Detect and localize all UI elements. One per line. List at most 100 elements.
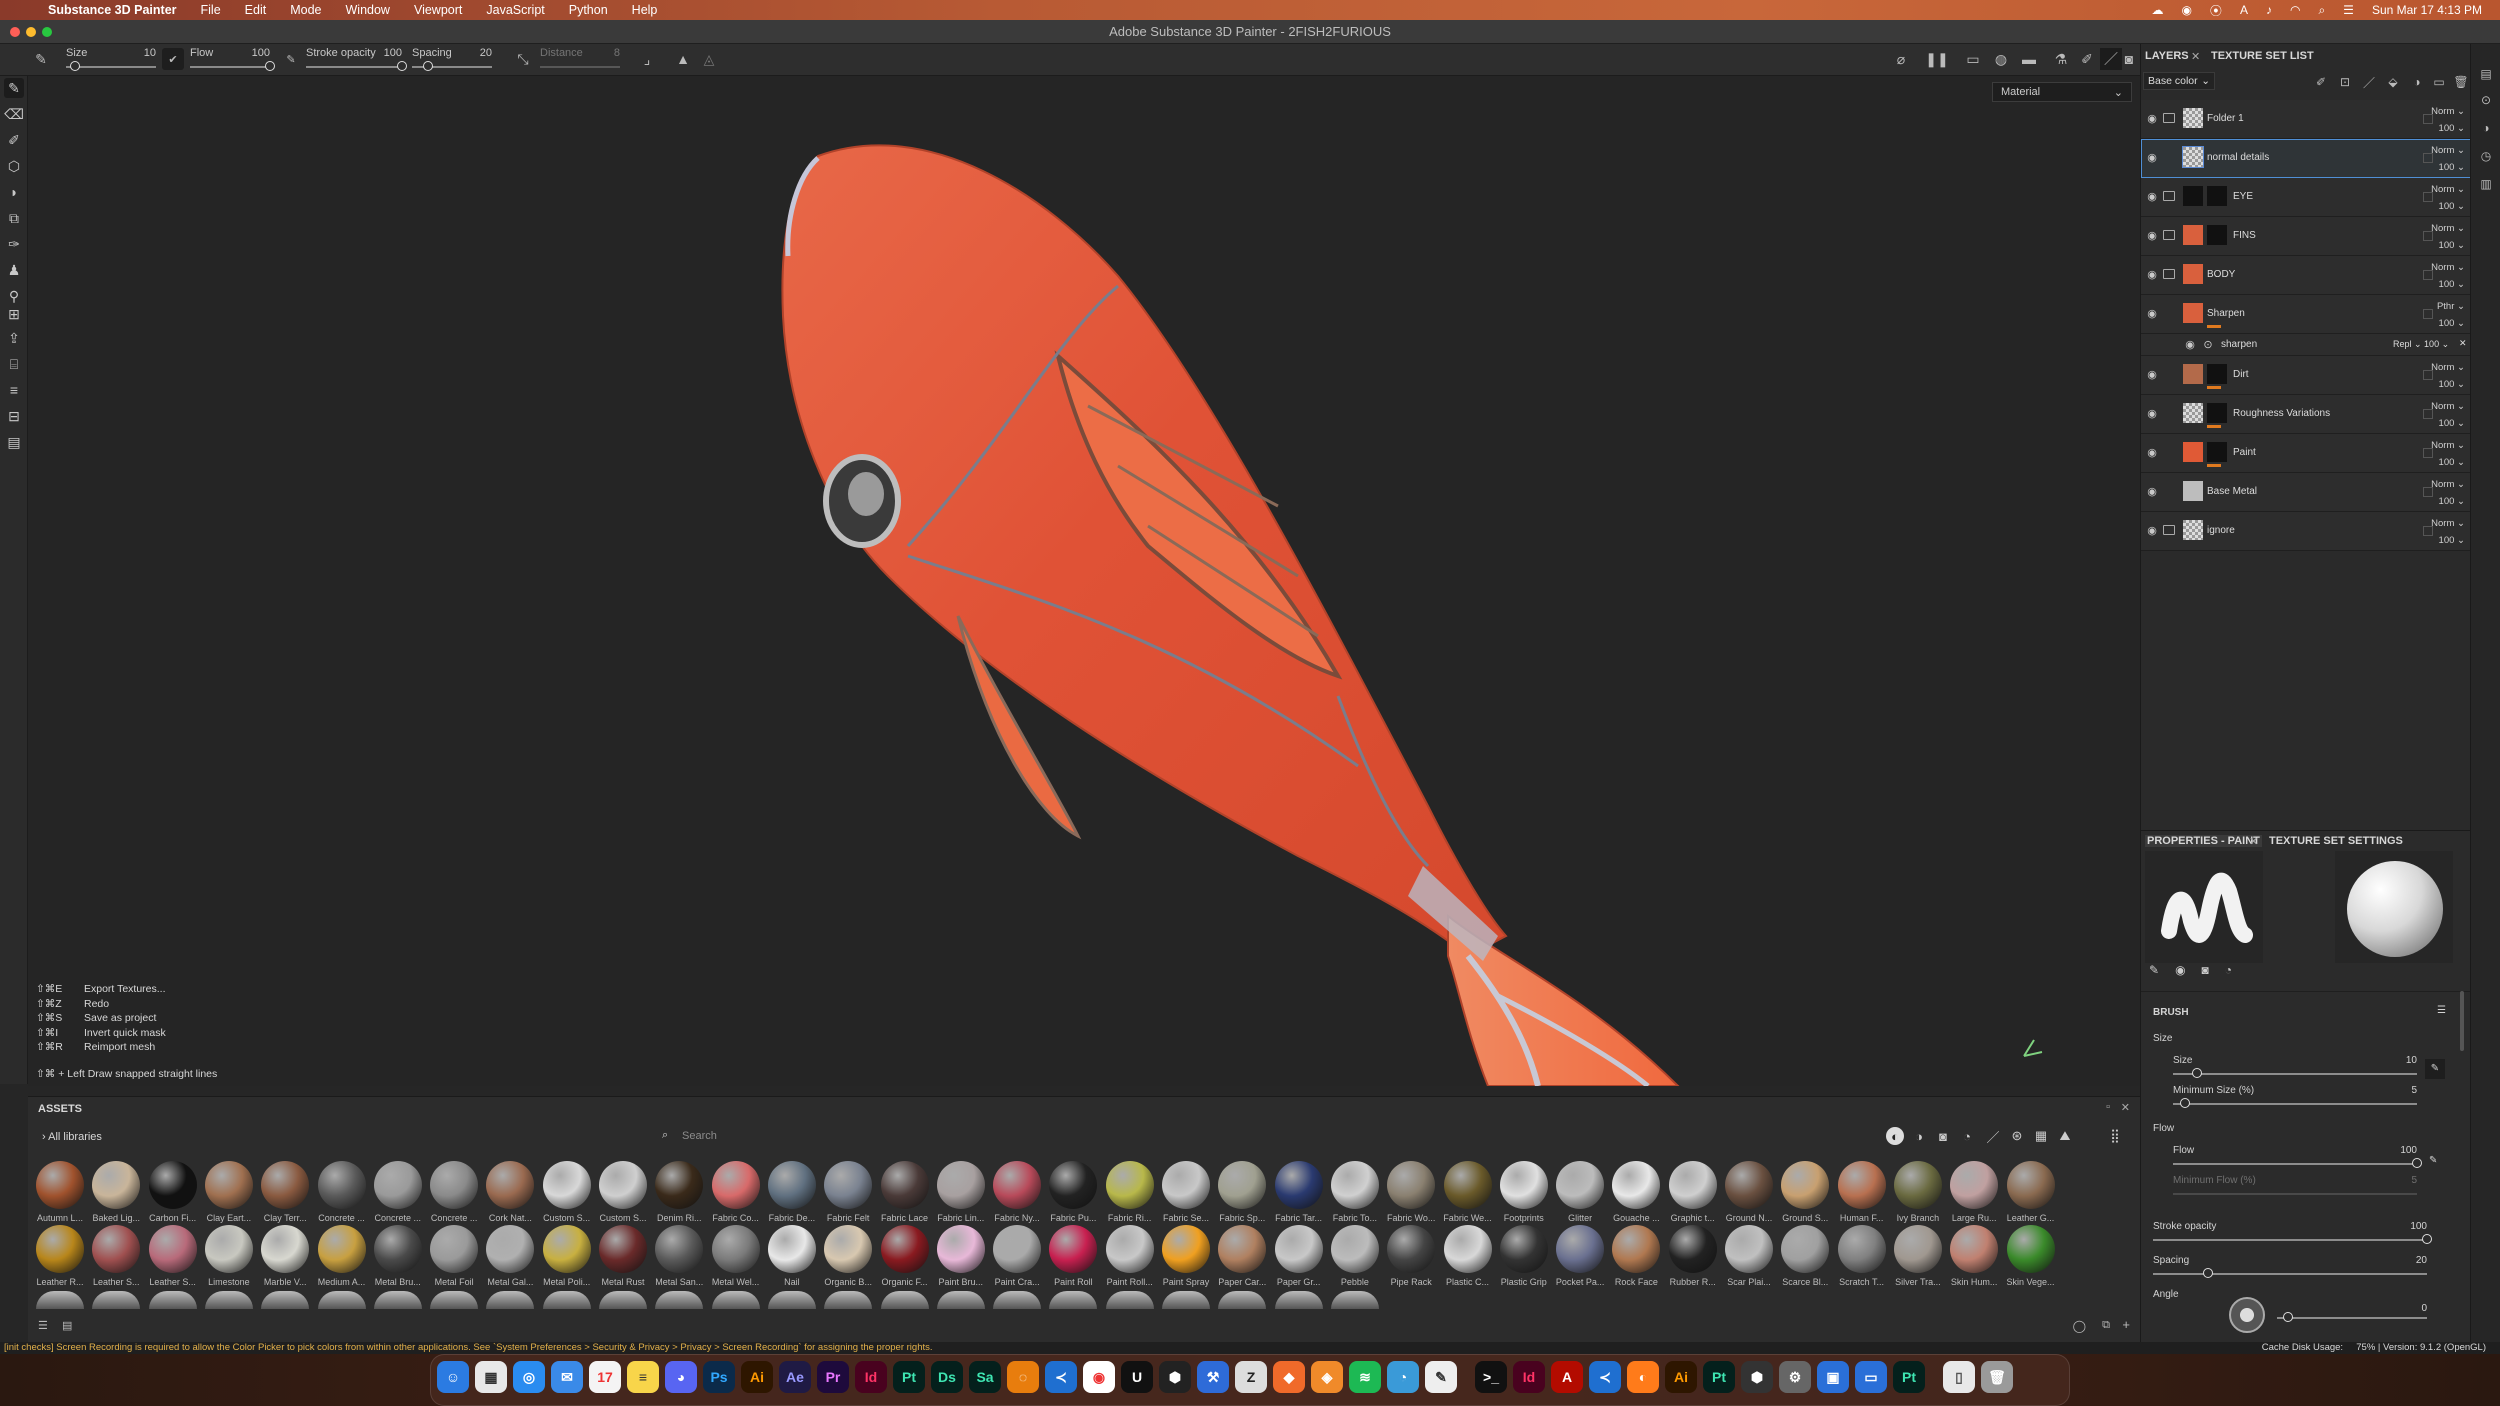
asset-thumbnail[interactable] <box>148 1161 197 1209</box>
asset-thumbnail[interactable] <box>1837 1225 1886 1273</box>
new-window-icon[interactable]: ⧉ <box>2102 1319 2110 1332</box>
bake-icon[interactable]: ⊞ <box>4 304 24 324</box>
asset-thumbnail[interactable] <box>542 1225 591 1273</box>
wifi-icon[interactable]: ◠ <box>2290 3 2300 17</box>
layer-name[interactable]: Paint <box>2233 447 2256 458</box>
asset-thumbnail[interactable] <box>1274 1161 1323 1209</box>
asset-thumbnail[interactable] <box>430 1161 479 1209</box>
remove-effect-icon[interactable]: ✕ <box>2459 338 2467 349</box>
layer-blend[interactable]: Norm ⌄ 100 ⌄ <box>2431 437 2465 471</box>
asset-thumbnail[interactable] <box>1443 1225 1492 1273</box>
asset-thumbnail[interactable] <box>373 1225 422 1273</box>
asset-thumbnail[interactable] <box>767 1291 816 1309</box>
visibility-eye-icon[interactable]: ◉ <box>2145 524 2159 537</box>
prop-flow-track[interactable] <box>2173 1163 2417 1165</box>
layer-name[interactable]: Roughness Variations <box>2233 408 2330 419</box>
zoom-window-button[interactable] <box>42 27 52 37</box>
filter-alphas-icon[interactable]: ⊛ <box>2008 1127 2026 1145</box>
blend-mode[interactable]: Norm <box>2431 223 2454 234</box>
log-icon[interactable]: ▤ <box>4 432 24 452</box>
material-preview[interactable] <box>2335 851 2453 963</box>
asset-thumbnail[interactable] <box>92 1291 141 1309</box>
asset-thumbnail[interactable] <box>486 1291 535 1309</box>
screenshot-icon[interactable]: ◙ <box>2118 48 2140 70</box>
vscode-icon[interactable]: ≺ <box>1045 1361 1077 1393</box>
spacing-knob[interactable] <box>423 61 433 71</box>
prop-spacing-knob[interactable] <box>2202 1268 2213 1278</box>
layers-panel-icon[interactable]: ▤ <box>2478 66 2494 82</box>
asset-thumbnail[interactable] <box>824 1225 873 1273</box>
blend-mode[interactable]: Norm <box>2431 479 2454 490</box>
prop-flow-value[interactable]: 100 <box>2387 1145 2417 1156</box>
add-paint-layer-icon[interactable]: ／ <box>2361 74 2377 90</box>
flow-pressure-icon[interactable]: ✎ <box>280 48 302 70</box>
angle-dial[interactable] <box>2229 1297 2265 1333</box>
trash-icon[interactable]: 🗑 <box>1981 1361 2013 1393</box>
asset-thumbnail[interactable] <box>1330 1291 1379 1309</box>
menu-clock[interactable]: Sun Mar 17 4:13 PM <box>2372 3 2482 17</box>
layer-mask-thumbnail[interactable] <box>2207 186 2227 206</box>
flow-knob[interactable] <box>265 61 275 71</box>
unity-hub-icon[interactable]: ⬢ <box>1741 1361 1773 1393</box>
hide-ui-icon[interactable]: ⌀ <box>1890 48 1912 70</box>
discord-icon[interactable]: ◕ <box>665 1361 697 1393</box>
asset-thumbnail[interactable] <box>599 1225 647 1273</box>
asset-thumbnail[interactable] <box>430 1225 479 1273</box>
asset-thumbnail[interactable] <box>1105 1291 1154 1309</box>
prop-spacing-track[interactable] <box>2153 1273 2427 1275</box>
safari-icon[interactable]: ◎ <box>513 1361 545 1393</box>
prop-stroke-opacity-track[interactable] <box>2153 1239 2427 1241</box>
layer-name[interactable]: BODY <box>2207 269 2235 280</box>
geometry-tool-icon[interactable]: ♟ <box>4 260 24 280</box>
spotify-icon[interactable]: ≋ <box>1349 1361 1381 1393</box>
asset-thumbnail[interactable] <box>993 1161 1042 1209</box>
layer-opacity[interactable]: 100 <box>2439 201 2455 212</box>
asset-thumbnail[interactable] <box>655 1225 704 1273</box>
layer-name[interactable]: EYE <box>2233 191 2253 202</box>
paint-tool-icon[interactable]: ✎ <box>4 78 24 98</box>
substance-designer-icon[interactable]: Ds <box>931 1361 963 1393</box>
asset-thumbnail[interactable] <box>1274 1225 1323 1273</box>
layer-row-base-metal[interactable]: ◉ Base Metal Norm ⌄ 100 ⌄ <box>2141 473 2471 512</box>
folder-icon[interactable] <box>2163 269 2175 279</box>
prop-size-knob[interactable] <box>2192 1068 2203 1078</box>
menu-python[interactable]: Python <box>569 3 608 17</box>
layer-mask-thumbnail[interactable] <box>2207 403 2227 423</box>
layer-mask-thumbnail[interactable] <box>2207 364 2227 384</box>
visibility-eye-icon[interactable]: ◉ <box>2145 229 2159 242</box>
asset-thumbnail[interactable] <box>824 1161 873 1209</box>
asset-thumbnail[interactable] <box>317 1291 366 1309</box>
unity-icon[interactable]: ⬢ <box>1159 1361 1191 1393</box>
visibility-eye-icon[interactable]: ◉ <box>2145 151 2159 164</box>
asset-thumbnail[interactable] <box>2006 1225 2055 1273</box>
substance-painter-icon[interactable]: Pt <box>893 1361 925 1393</box>
asset-thumbnail[interactable] <box>542 1291 591 1309</box>
distance-track[interactable] <box>540 66 620 68</box>
asset-thumbnail[interactable] <box>1668 1161 1717 1209</box>
camera-icon[interactable]: ▭ <box>1962 48 1984 70</box>
asset-thumbnail[interactable] <box>1837 1161 1886 1209</box>
asset-thumbnail[interactable] <box>993 1291 1042 1309</box>
undock-icon[interactable]: ▫ <box>2106 1101 2110 1113</box>
asset-thumbnail[interactable] <box>1950 1161 1999 1209</box>
eraser-tool-icon[interactable]: ⌫ <box>4 104 24 124</box>
sublayer-name[interactable]: sharpen <box>2221 339 2257 350</box>
layer-name[interactable]: normal details <box>2207 152 2269 163</box>
blend-mode[interactable]: Norm <box>2431 362 2454 373</box>
layer-blend[interactable]: Norm ⌄ 100 ⌄ <box>2431 181 2465 215</box>
layer-opacity[interactable]: 100 <box>2439 279 2455 290</box>
asset-thumbnail[interactable] <box>261 1225 310 1273</box>
menu-file[interactable]: File <box>201 3 221 17</box>
flow-track[interactable] <box>190 66 270 68</box>
layer-opacity[interactable]: 100 <box>2439 457 2455 468</box>
stroke-opacity-value[interactable]: 100 <box>384 47 402 59</box>
app-name-menu[interactable]: Substance 3D Painter <box>48 3 177 17</box>
asset-thumbnail[interactable] <box>1781 1161 1830 1209</box>
asset-thumbnail[interactable] <box>711 1291 760 1309</box>
history-icon[interactable]: ≡ <box>4 380 24 400</box>
asset-thumbnail[interactable] <box>1105 1161 1154 1209</box>
tab-texture-set-list[interactable]: TEXTURE SET LIST <box>2211 50 2314 62</box>
prop-size-track[interactable] <box>2173 1073 2417 1075</box>
layer-blend[interactable]: Norm ⌄ 100 ⌄ <box>2431 220 2465 254</box>
alpha-tab-icon[interactable]: ◉ <box>2175 963 2185 985</box>
